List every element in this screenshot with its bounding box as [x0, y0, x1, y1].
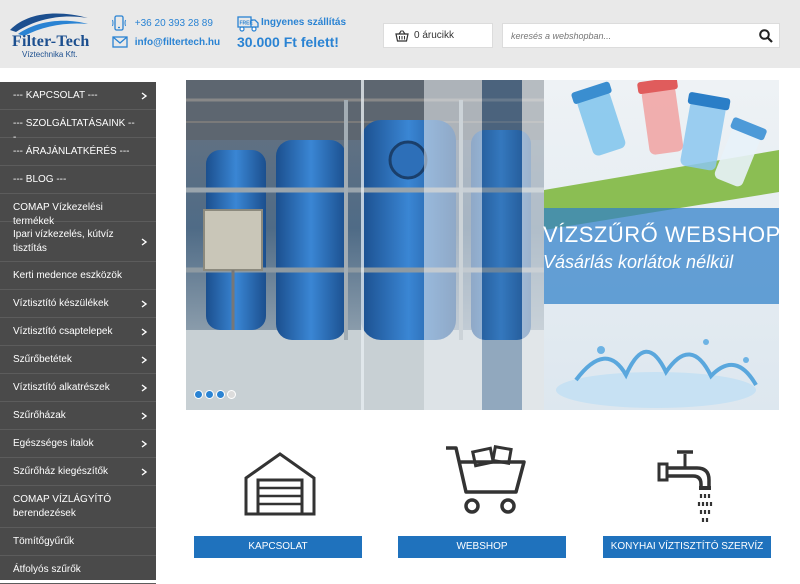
site-header: Filter-Tech Víztechnika Kft. +36 20 393 … — [0, 0, 800, 68]
chevron-right-icon — [141, 300, 148, 308]
sidebar-item[interactable]: Víztisztító alkatrészek — [0, 374, 156, 402]
feature-contact[interactable]: KAPCSOLAT — [194, 438, 364, 558]
sidebar-item-label: Szűrőházak — [13, 410, 66, 421]
phone-icon — [112, 15, 126, 31]
banner-title: VÍZSZŰRŐ WEBSHOP — [543, 222, 781, 247]
category-sidebar: --- KAPCSOLAT --- --- SZOLGÁLTATÁSAINK --… — [0, 82, 156, 584]
sidebar-item-label: Egészséges italok — [13, 438, 94, 449]
sidebar-item-label: Szűrőház kiegészítők — [13, 466, 109, 477]
sidebar-item-label: Víztisztító alkatrészek — [13, 382, 110, 393]
chevron-right-icon — [141, 92, 148, 100]
search-input[interactable] — [503, 24, 748, 47]
shopping-cart-icon — [446, 444, 526, 514]
sidebar-item[interactable]: --- BLOG --- — [0, 166, 156, 194]
free-badge: FREE — [240, 21, 254, 27]
sidebar-item-label: --- KAPCSOLAT --- — [13, 90, 98, 101]
sidebar-item[interactable]: Egészséges italok — [0, 430, 156, 458]
phone-contact[interactable]: +36 20 393 28 89 — [112, 15, 213, 31]
sidebar-item[interactable]: Ipari vízkezelés, kútvíz tisztítás — [0, 222, 156, 262]
search-box — [502, 23, 780, 48]
free-shipping-line1: Ingyenes szállítás — [261, 17, 347, 28]
chevron-right-icon — [141, 412, 148, 420]
sidebar-item-label: Ipari vízkezelés, kútvíz tisztítás — [13, 229, 114, 254]
envelope-icon — [112, 36, 128, 48]
search-icon[interactable] — [759, 29, 773, 43]
faucet-service-button[interactable]: KONYHAI VÍZTISZTÍTÓ SZERVÍZ — [603, 536, 771, 558]
sidebar-item-label: Víztisztító csaptelepek — [13, 326, 113, 337]
delivery-truck-icon: FREE — [237, 16, 259, 32]
slider-dot[interactable] — [205, 390, 214, 399]
cart-label: 0 árucikk — [414, 30, 455, 41]
sidebar-item[interactable]: Szűrőbetétek — [0, 346, 156, 374]
slider-dot[interactable] — [194, 390, 203, 399]
sidebar-item-label: Víztisztító készülékek — [13, 298, 109, 309]
feature-webshop[interactable]: WEBSHOP — [398, 438, 568, 558]
chevron-right-icon — [141, 328, 148, 336]
slider-pagination — [194, 386, 238, 404]
phone-number: +36 20 393 28 89 — [134, 17, 213, 29]
chevron-right-icon — [141, 440, 148, 448]
sidebar-item[interactable]: --- SZOLGÁLTATÁSAINK --- — [0, 110, 156, 143]
sidebar-item-label: --- ÁRAJÁNLATKÉRÉS --- — [13, 146, 130, 157]
logo-text: Filter-Tech — [12, 33, 90, 50]
slider-dot[interactable] — [216, 390, 225, 399]
basket-icon — [395, 30, 409, 42]
garage-icon — [244, 452, 316, 516]
chevron-right-icon — [141, 238, 148, 246]
sidebar-item-label: Tömítőgyűrűk — [13, 536, 75, 547]
sidebar-item[interactable]: COMAP VÍZLÁGYÍTÓ berendezések — [0, 486, 156, 528]
sidebar-item[interactable]: --- ÁRAJÁNLATKÉRÉS --- — [0, 138, 156, 166]
logo-subtitle: Víztechnika Kft. — [22, 50, 78, 59]
feature-faucet-service[interactable]: KONYHAI VÍZTISZTÍTÓ SZERVÍZ — [603, 438, 773, 558]
sidebar-item[interactable]: Víztisztító csaptelepek — [0, 318, 156, 346]
cart-button[interactable]: 0 árucikk — [383, 23, 493, 48]
contact-button[interactable]: KAPCSOLAT — [194, 536, 362, 558]
sidebar-item-label: Átfolyós szűrők — [13, 564, 81, 575]
sidebar-item[interactable]: Kerti medence eszközök — [0, 262, 156, 290]
sidebar-item-label: COMAP VÍZLÁGYÍTÓ berendezések — [13, 494, 112, 519]
banner-subtitle: Vásárlás korlátok nélkül — [543, 252, 734, 272]
logo[interactable]: Filter-Tech Víztechnika Kft. — [8, 8, 90, 60]
sidebar-item-label: Kerti medence eszközök — [13, 270, 122, 281]
chevron-right-icon — [141, 384, 148, 392]
sidebar-item[interactable]: --- KAPCSOLAT --- — [0, 82, 156, 110]
sidebar-item[interactable]: Víztisztító készülékek — [0, 290, 156, 318]
webshop-button[interactable]: WEBSHOP — [398, 536, 566, 558]
chevron-right-icon — [141, 468, 148, 476]
email-address: info@filtertech.hu — [134, 36, 221, 48]
sidebar-item[interactable]: Szűrőház kiegészítők — [0, 458, 156, 486]
free-shipping-line2: 30.000 Ft felett! — [237, 34, 339, 50]
chevron-right-icon — [141, 356, 148, 364]
sidebar-item-label: Szűrőbetétek — [13, 354, 72, 365]
email-contact[interactable]: info@filtertech.hu — [112, 35, 220, 49]
sidebar-item[interactable]: Tömítőgyűrűk — [0, 528, 156, 556]
sidebar-item-label: --- BLOG --- — [13, 174, 67, 185]
sidebar-item[interactable]: Szűrőházak — [0, 402, 156, 430]
sidebar-item[interactable]: COMAP Vízkezelési termékek — [0, 194, 156, 227]
slider-dot[interactable] — [227, 390, 236, 399]
faucet-icon — [657, 450, 713, 522]
